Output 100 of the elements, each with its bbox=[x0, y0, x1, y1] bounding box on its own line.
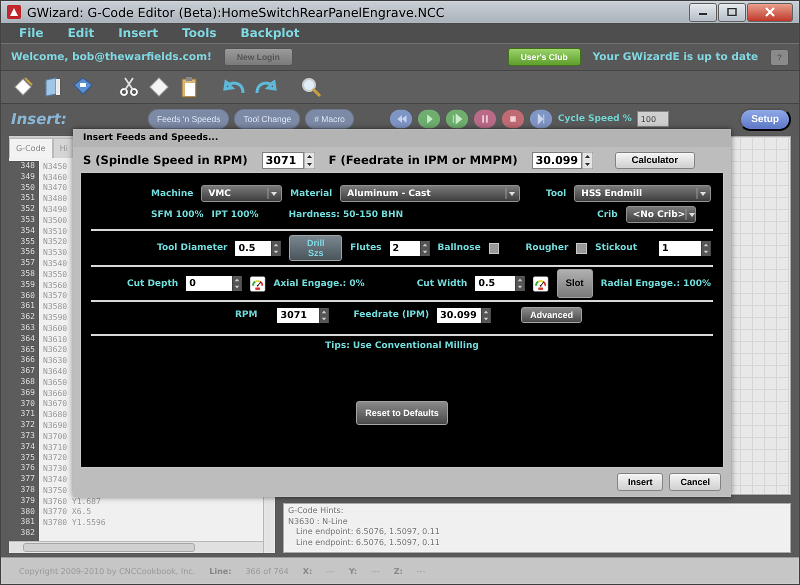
advanced-button[interactable]: Advanced bbox=[521, 307, 582, 323]
drill-sizes-button[interactable]: Drill Szs bbox=[289, 235, 342, 261]
code-line: N3690 bbox=[42, 421, 68, 430]
code-line: N3620 bbox=[42, 345, 68, 354]
stickout-field[interactable]: 1 bbox=[659, 240, 702, 256]
line-number: 355 bbox=[9, 236, 39, 248]
crib-dropdown[interactable]: <No Crib> bbox=[626, 206, 696, 223]
maximize-icon bbox=[727, 8, 737, 16]
spinner-arrows-icon[interactable] bbox=[701, 240, 712, 256]
cycle-speed-field[interactable]: 100 bbox=[636, 111, 669, 127]
rougher-checkbox[interactable] bbox=[576, 242, 588, 254]
line-number: 365 bbox=[9, 344, 39, 356]
minimize-button[interactable] bbox=[689, 2, 717, 22]
spinner-arrows-icon[interactable] bbox=[515, 276, 526, 291]
skip-end-icon[interactable] bbox=[528, 108, 553, 130]
step-icon[interactable] bbox=[444, 108, 469, 130]
scissors-icon[interactable] bbox=[117, 75, 141, 99]
play-icon[interactable] bbox=[416, 108, 441, 130]
sfm-text: SFM 100% bbox=[151, 210, 204, 220]
code-line: N3650 bbox=[42, 378, 68, 387]
code-line: N3480 bbox=[42, 194, 68, 204]
line-number: 375 bbox=[9, 452, 39, 464]
cycle-speed-label: Cycle Speed % bbox=[558, 114, 632, 124]
dialog-button[interactable]: Cancel bbox=[669, 473, 721, 491]
spinner-arrows-icon[interactable] bbox=[271, 240, 282, 256]
stop-icon[interactable] bbox=[500, 108, 525, 130]
rpm-field[interactable]: 3071 bbox=[277, 308, 320, 322]
machine-dropdown[interactable]: VMC bbox=[201, 185, 282, 202]
cut-depth-field[interactable]: 0 bbox=[186, 276, 232, 291]
rewind-icon[interactable] bbox=[388, 108, 413, 130]
flutes-field[interactable]: 2 bbox=[390, 240, 420, 256]
line-number: 348 bbox=[9, 161, 39, 172]
maximize-button[interactable] bbox=[718, 2, 746, 22]
editor-tab[interactable]: G-Code bbox=[9, 138, 53, 158]
scrollbar-thumb[interactable] bbox=[23, 543, 195, 552]
code-line: N3460 bbox=[42, 172, 68, 182]
axial-engagement-text: Axial Engage.: 0% bbox=[274, 278, 365, 288]
line-number: 356 bbox=[9, 247, 39, 258]
menu-item[interactable]: Insert bbox=[118, 26, 158, 40]
code-line: N3500 bbox=[42, 216, 68, 225]
line-number: 350 bbox=[9, 182, 39, 194]
tool-dropdown[interactable]: HSS Endmill bbox=[574, 185, 711, 202]
spinner-arrows-icon[interactable] bbox=[304, 152, 315, 168]
code-line: N3490 bbox=[42, 205, 68, 214]
app-icon bbox=[7, 5, 21, 19]
menu-item[interactable]: File bbox=[19, 26, 44, 40]
diamond-icon[interactable] bbox=[147, 75, 171, 99]
code-line: N3600 bbox=[42, 324, 68, 333]
spinner-arrows-icon[interactable] bbox=[232, 276, 242, 291]
code-line: N3760 Y1.687 bbox=[42, 496, 101, 506]
rpm-label: RPM bbox=[235, 310, 258, 320]
close-button[interactable] bbox=[747, 2, 793, 22]
line-number: 366 bbox=[9, 355, 39, 366]
coordinate-value: --- bbox=[416, 566, 426, 576]
line-number: 378 bbox=[9, 484, 39, 496]
line-number: 352 bbox=[9, 204, 39, 215]
menu-item[interactable]: Edit bbox=[68, 26, 94, 40]
line-number: 363 bbox=[9, 322, 39, 334]
slot-button[interactable]: Slot bbox=[556, 269, 593, 298]
hint-line: Line endpoint: 6.5076, 1.5097, 0.11 bbox=[295, 527, 441, 538]
ballnose-checkbox[interactable] bbox=[488, 242, 500, 254]
line-number: 369 bbox=[9, 388, 39, 399]
tool-diameter-field[interactable]: 0.5 bbox=[235, 240, 272, 256]
line-number: 358 bbox=[9, 268, 39, 280]
calculator-button[interactable]: Calculator bbox=[614, 152, 696, 168]
spindle-speed-label: S (Spindle Speed in RPM) bbox=[83, 153, 248, 167]
line-number: 379 bbox=[9, 496, 39, 506]
spinner-arrows-icon[interactable] bbox=[582, 152, 593, 168]
cut-depth-label: Cut Depth bbox=[127, 278, 178, 288]
line-number: 362 bbox=[9, 312, 39, 323]
line-number: 376 bbox=[9, 463, 39, 474]
spinner-arrows-icon[interactable] bbox=[319, 308, 330, 322]
feedrate-ipm-field[interactable]: 30.099 bbox=[437, 308, 482, 322]
line-number: 368 bbox=[9, 376, 39, 388]
pause-icon[interactable] bbox=[472, 108, 497, 130]
hint-line: Line endpoint: 6.5076, 1.5097, 0.11 bbox=[295, 538, 441, 548]
menu-item[interactable]: Backplot bbox=[240, 26, 300, 40]
code-line: N3730 bbox=[42, 464, 68, 474]
spindle-speed-field[interactable]: 3071 bbox=[262, 152, 304, 168]
update-status: Your GWizardE is up to date bbox=[592, 51, 758, 63]
feedrate-field[interactable]: 30.099 bbox=[532, 152, 582, 168]
menu-item[interactable]: Tools bbox=[182, 26, 216, 40]
spinner-arrows-icon[interactable] bbox=[420, 240, 430, 256]
code-line: N3660 bbox=[42, 388, 68, 398]
radial-engagement-text: Radial Engage.: 100% bbox=[600, 278, 711, 288]
coordinate-label: X: bbox=[302, 566, 312, 576]
line-number: 373 bbox=[9, 430, 39, 442]
material-label: Material bbox=[290, 188, 332, 198]
dialog-button[interactable]: Insert bbox=[616, 473, 664, 491]
line-number: 377 bbox=[9, 474, 39, 485]
magnifier-icon[interactable] bbox=[299, 75, 323, 99]
line-label: Line: bbox=[209, 566, 232, 576]
line-number: 354 bbox=[9, 226, 39, 237]
code-line: N3670 bbox=[42, 399, 68, 408]
cut-width-field[interactable]: 0.5 bbox=[475, 276, 516, 291]
material-dropdown[interactable]: Aluminum - Cast bbox=[340, 185, 520, 202]
spinner-arrows-icon[interactable] bbox=[481, 308, 492, 322]
horizontal-scrollbar[interactable] bbox=[9, 541, 263, 553]
code-line: N3680 bbox=[42, 410, 68, 420]
reset-defaults-button[interactable]: Reset to Defaults bbox=[356, 401, 448, 425]
